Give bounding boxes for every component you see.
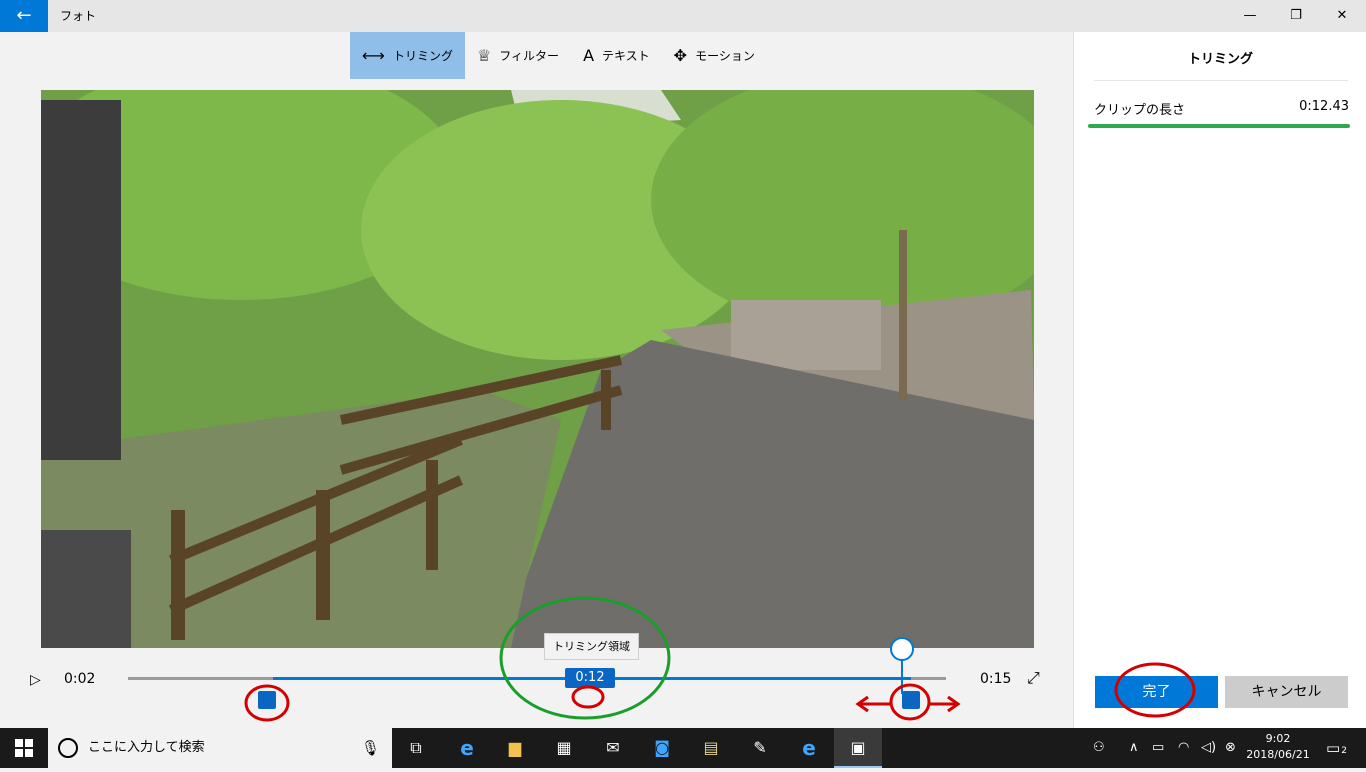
selection-duration-badge: 0:12 <box>565 668 615 688</box>
cancel-button[interactable]: キャンセル <box>1225 676 1348 708</box>
tab-motion-label: モーション <box>695 49 755 63</box>
close-button[interactable]: ✕ <box>1319 0 1365 32</box>
volume-icon[interactable]: ◁) <box>1201 728 1216 768</box>
taskbar-search[interactable]: ここに入力して検索 🎙 <box>48 728 392 768</box>
mail-icon[interactable]: ✉ <box>589 728 637 768</box>
red-annotation-circle-center <box>571 685 605 709</box>
tab-text[interactable]: A テキスト <box>571 32 662 79</box>
clock-date: 2018/06/21 <box>1246 748 1310 761</box>
edit-toolbar: ⟷ トリミング ♕ フィルター A テキスト ✥ モーション <box>350 32 767 79</box>
motion-icon: ✥ <box>673 46 688 65</box>
paint-icon[interactable]: ✎ <box>736 728 784 768</box>
tab-text-label: テキスト <box>602 49 650 63</box>
filter-icon: ♕ <box>476 46 492 65</box>
trim-start-handle[interactable] <box>258 691 276 709</box>
start-button[interactable] <box>0 728 48 768</box>
cortana-icon <box>58 738 78 758</box>
tab-trim[interactable]: ⟷ トリミング <box>350 32 465 79</box>
tab-trim-label: トリミング <box>392 49 453 63</box>
windows-icon <box>15 739 33 757</box>
edge-icon-2[interactable]: e <box>785 728 833 768</box>
chevron-up-icon[interactable]: ∧ <box>1129 728 1139 768</box>
start-time: 0:02 <box>64 671 96 687</box>
panel-title: トリミング <box>1187 52 1253 67</box>
end-time: 0:15 <box>980 671 1012 687</box>
edge-icon[interactable]: e <box>443 728 491 768</box>
microphone-icon[interactable]: 🎙 <box>361 728 380 768</box>
taskbar: ここに入力して検索 🎙 ⧉ e ▆ ▦ ✉ ◙ ▤ ✎ e ▣ ⚇ ∧ ▭ ◠ … <box>0 728 1366 768</box>
title-bar: ← フォト — ❐ ✕ <box>0 0 1366 32</box>
file-explorer-icon[interactable]: ▆ <box>491 728 539 768</box>
folder-icon[interactable]: ▤ <box>687 728 735 768</box>
trim-end-handle[interactable] <box>902 691 920 709</box>
back-button[interactable]: ← <box>0 0 48 32</box>
playhead-line <box>901 658 903 694</box>
tab-motion[interactable]: ✥ モーション <box>662 32 767 79</box>
search-placeholder: ここに入力して検索 <box>88 740 205 755</box>
photos-app-icon[interactable]: ▣ <box>834 728 882 768</box>
expand-icon[interactable]: ⤢ <box>1027 668 1040 688</box>
playhead-handle[interactable] <box>890 637 914 661</box>
clip-length-label: クリップの長さ <box>1094 103 1186 118</box>
notification-count: 2 <box>1341 746 1347 756</box>
tab-filter[interactable]: ♕ フィルター <box>465 32 571 79</box>
task-view-icon[interactable]: ⧉ <box>392 728 440 768</box>
tab-filter-label: フィルター <box>499 49 560 63</box>
play-button[interactable]: ▷ <box>30 670 50 690</box>
clock-time: 9:02 <box>1265 732 1291 745</box>
panel-divider <box>1094 80 1348 81</box>
trim-region-tooltip: トリミング領域 <box>544 633 639 660</box>
done-button[interactable]: 完了 <box>1095 676 1218 708</box>
video-frame <box>41 90 1034 648</box>
minimize-button[interactable]: — <box>1227 0 1273 32</box>
notification-icon[interactable]: ▭2 <box>1326 728 1347 768</box>
restore-button[interactable]: ❐ <box>1273 0 1319 32</box>
input-indicator-icon[interactable]: ⊗ <box>1225 728 1236 768</box>
battery-icon[interactable]: ▭ <box>1152 728 1164 768</box>
store-icon[interactable]: ▦ <box>540 728 588 768</box>
clip-length-bar <box>1088 124 1350 128</box>
text-icon: A <box>583 46 595 65</box>
app-title: フォト <box>60 9 97 23</box>
trim-panel: トリミング クリップの長さ 0:12.43 完了 キャンセル <box>1073 32 1366 728</box>
video-preview[interactable] <box>41 90 1034 648</box>
clock[interactable]: 9:02 2018/06/21 <box>1246 731 1310 763</box>
people-icon[interactable]: ⚇ <box>1093 728 1105 768</box>
trim-icon: ⟷ <box>362 46 385 65</box>
outlook-icon[interactable]: ◙ <box>638 728 686 768</box>
clip-length-value: 0:12.43 <box>1299 99 1349 114</box>
wifi-icon[interactable]: ◠ <box>1178 728 1189 768</box>
